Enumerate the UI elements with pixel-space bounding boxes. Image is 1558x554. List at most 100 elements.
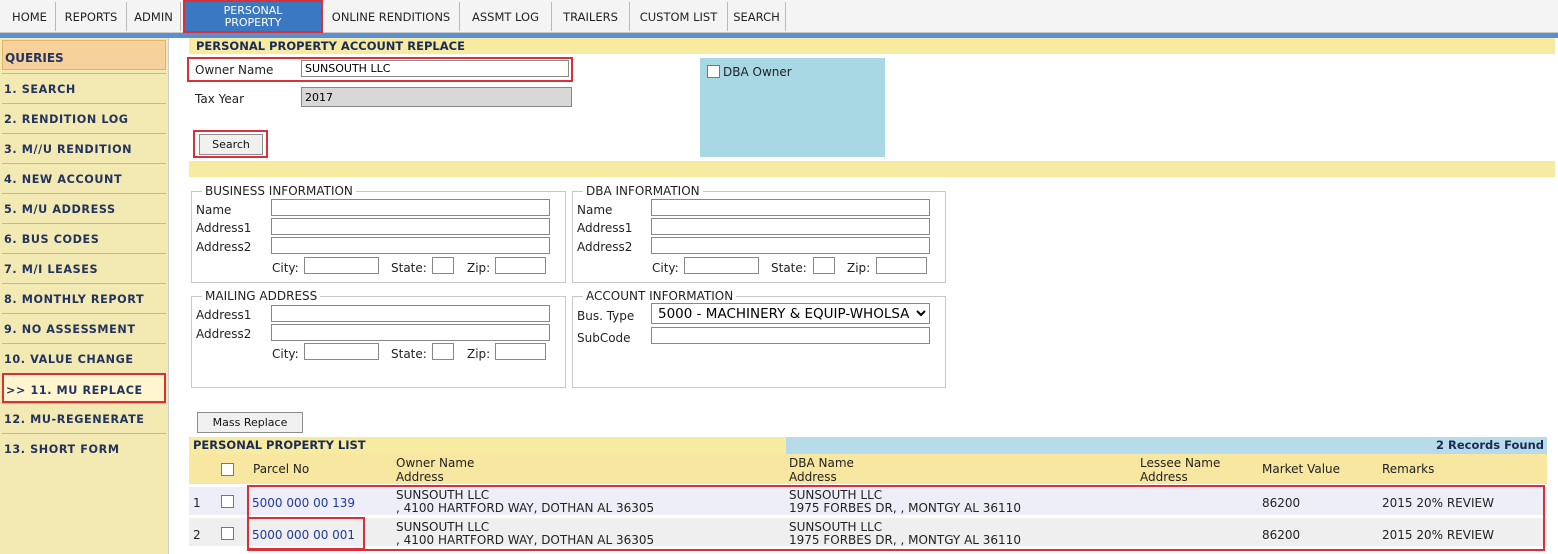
tab-personal-property-line1: PERSONAL: [223, 3, 283, 17]
sidebar-item-mi-leases[interactable]: 7. M/I LEASES: [2, 253, 166, 281]
tab-online-renditions[interactable]: ONLINE RENDITIONS: [323, 2, 460, 31]
tab-admin[interactable]: ADMIN: [127, 2, 181, 31]
dba-name-cell: SUNSOUTH LLC: [789, 520, 883, 534]
dba-zip-input[interactable]: [876, 257, 927, 274]
tab-assmt-log[interactable]: ASSMT LOG: [460, 2, 552, 31]
sidebar-item-mu-rendition[interactable]: 3. M//U RENDITION: [2, 133, 166, 161]
sidebar-item-mu-regenerate[interactable]: 12. MU-REGENERATE: [2, 403, 166, 431]
sidebar-item-search[interactable]: 1. SEARCH: [2, 73, 166, 101]
tab-home[interactable]: HOME: [4, 2, 56, 31]
mailing-city-label: City:: [272, 347, 299, 361]
col-lessee-address: Address: [1140, 470, 1188, 484]
col-owner-address: Address: [396, 470, 444, 484]
market-value-cell: 86200: [1262, 496, 1301, 510]
sidebar-item-rendition-log[interactable]: 2. RENDITION LOG: [2, 103, 166, 131]
sidebar-item-no-assessment[interactable]: 9. NO ASSESSMENT: [2, 313, 166, 341]
mailing-zip-label: Zip:: [467, 347, 491, 361]
sidebar-item-bus-codes[interactable]: 6. BUS CODES: [2, 223, 166, 251]
dba-address2-input[interactable]: [651, 237, 930, 254]
subcode-input[interactable]: [651, 327, 930, 344]
mailing-address2-input[interactable]: [271, 324, 550, 341]
dba-state-input[interactable]: [813, 257, 835, 274]
business-city-label: City:: [272, 261, 299, 275]
tab-personal-property-line2: PROPERTY: [224, 15, 282, 29]
list-title: PERSONAL PROPERTY LIST: [193, 438, 366, 452]
records-found: 2 Records Found: [1435, 438, 1544, 452]
remarks-cell: 2015 20% REVIEW: [1382, 496, 1494, 510]
select-all-checkbox[interactable]: [221, 463, 234, 476]
business-zip-input[interactable]: [495, 257, 546, 274]
mass-replace-button[interactable]: Mass Replace: [197, 412, 303, 433]
mailing-address2-label: Address2: [196, 327, 252, 341]
owner-name-cell: SUNSOUTH LLC: [396, 488, 490, 502]
business-info-legend: BUSINESS INFORMATION: [205, 184, 353, 198]
tax-year-input[interactable]: [301, 87, 572, 107]
tab-search[interactable]: SEARCH: [728, 2, 786, 31]
owner-name-label: Owner Name: [195, 63, 274, 77]
business-city-input[interactable]: [304, 257, 379, 274]
subcode-label: SubCode: [577, 331, 631, 345]
sidebar: QUERIES 1. SEARCH 2. RENDITION LOG 3. M/…: [0, 38, 169, 554]
dba-state-label: State:: [771, 261, 807, 275]
tab-custom-list[interactable]: CUSTOM LIST: [630, 2, 728, 31]
search-button[interactable]: Search: [199, 134, 263, 155]
tab-reports[interactable]: REPORTS: [56, 2, 127, 31]
parcel-link[interactable]: 5000 000 00 139: [252, 497, 355, 509]
col-remarks: Remarks: [1382, 462, 1435, 476]
sidebar-item-short-form[interactable]: 13. SHORT FORM: [2, 433, 166, 461]
business-address2-label: Address2: [196, 240, 252, 254]
sidebar-item-value-change[interactable]: 10. VALUE CHANGE: [2, 343, 166, 371]
owner-name-cell: SUNSOUTH LLC: [396, 520, 490, 534]
remarks-cell: 2015 20% REVIEW: [1382, 528, 1494, 542]
mailing-address-legend: MAILING ADDRESS: [205, 289, 318, 303]
col-lessee-name: Lessee Name: [1140, 456, 1221, 470]
mailing-state-label: State:: [391, 347, 427, 361]
owner-name-input[interactable]: [301, 60, 569, 77]
dba-address-cell: 1975 FORBES DR, , MONTGY AL 36110: [789, 501, 1021, 515]
sidebar-item-new-account[interactable]: 4. NEW ACCOUNT: [2, 163, 166, 191]
row-checkbox[interactable]: [221, 495, 234, 508]
dba-owner-checkbox[interactable]: [707, 65, 720, 78]
list-column-header: [189, 454, 1547, 484]
owner-address-cell: , 4100 HARTFORD WAY, DOTHAN AL 36305: [396, 533, 655, 547]
tax-year-label: Tax Year: [195, 92, 245, 106]
bus-type-select[interactable]: 5000 - MACHINERY & EQUIP-WHOLSA: [651, 303, 930, 324]
mailing-zip-input[interactable]: [495, 343, 546, 360]
tab-trailers[interactable]: TRAILERS: [552, 2, 630, 31]
col-dba-name: DBA Name: [789, 456, 854, 470]
business-name-input[interactable]: [271, 199, 550, 216]
dba-address1-label: Address1: [577, 221, 633, 235]
dba-address1-input[interactable]: [651, 218, 930, 235]
mailing-city-input[interactable]: [304, 343, 379, 360]
business-zip-label: Zip:: [467, 261, 491, 275]
business-state-label: State:: [391, 261, 427, 275]
divider-bar: [189, 161, 1555, 177]
sidebar-item-mu-replace[interactable]: >> 11. MU REPLACE: [2, 373, 166, 403]
mailing-address1-label: Address1: [196, 308, 252, 322]
parcel-link[interactable]: 5000 000 00 001: [252, 529, 355, 541]
mailing-state-input[interactable]: [432, 343, 454, 360]
business-address1-input[interactable]: [271, 218, 550, 235]
dba-city-label: City:: [652, 261, 679, 275]
row-number: 1: [193, 496, 201, 510]
dba-owner-panel: DBA Owner: [700, 58, 885, 157]
dba-name-label: Name: [577, 203, 613, 217]
dba-city-input[interactable]: [684, 257, 759, 274]
bus-type-label: Bus. Type: [577, 309, 635, 323]
sidebar-title: QUERIES: [2, 40, 166, 70]
business-state-input[interactable]: [432, 257, 454, 274]
sidebar-item-mu-address[interactable]: 5. M/U ADDRESS: [2, 193, 166, 221]
col-dba-address: Address: [789, 470, 837, 484]
dba-name-input[interactable]: [651, 199, 930, 216]
owner-address-cell: , 4100 HARTFORD WAY, DOTHAN AL 36305: [396, 501, 655, 515]
dba-name-cell: SUNSOUTH LLC: [789, 488, 883, 502]
row-checkbox[interactable]: [221, 527, 234, 540]
sidebar-item-monthly-report[interactable]: 8. MONTHLY REPORT: [2, 283, 166, 311]
col-parcel-no: Parcel No: [253, 462, 310, 476]
dba-info-legend: DBA INFORMATION: [586, 184, 700, 198]
mailing-address1-input[interactable]: [271, 305, 550, 322]
business-address2-input[interactable]: [271, 237, 550, 254]
col-owner-name: Owner Name: [396, 456, 475, 470]
top-nav: HOME REPORTS ADMIN PERSONAL PROPERTY ONL…: [0, 0, 1558, 33]
tab-personal-property[interactable]: PERSONAL PROPERTY: [183, 0, 323, 33]
